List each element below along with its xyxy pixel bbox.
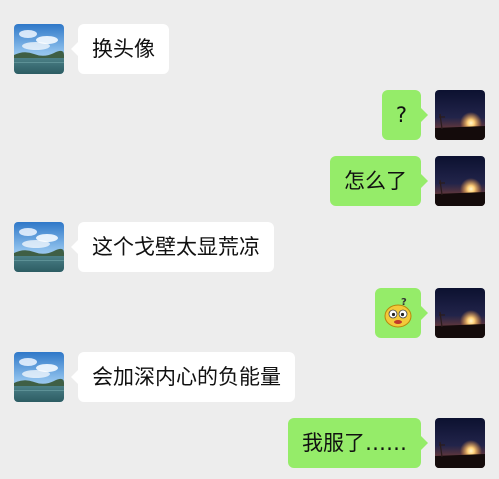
svg-text:?: ?: [401, 298, 407, 308]
sunset-night-sky-avatar[interactable]: [435, 418, 485, 468]
sunset-night-sky-avatar[interactable]: [435, 90, 485, 140]
seaside-landscape-avatar[interactable]: [14, 352, 64, 402]
chat-message-list: 换头像 ? 怎么了 这个戈壁太显荒凉 ? 会加深内心的负能量 我服了……: [0, 0, 499, 479]
message-bubble[interactable]: 会加深内心的负能量: [71, 352, 295, 402]
seaside-landscape-avatar[interactable]: [14, 24, 64, 74]
message-bubble[interactable]: ?: [381, 90, 429, 140]
message-bubble[interactable]: 这个戈壁太显荒凉: [71, 222, 274, 272]
sunset-night-sky-avatar[interactable]: [435, 288, 485, 338]
seaside-landscape-avatar[interactable]: [14, 222, 64, 272]
message-bubble[interactable]: 我服了……: [288, 418, 428, 468]
confused-face-emoji: ?: [384, 298, 412, 328]
message-bubble[interactable]: 换头像: [71, 24, 169, 74]
message-bubble[interactable]: ?: [375, 288, 428, 338]
message-bubble[interactable]: 怎么了: [330, 156, 428, 206]
sunset-night-sky-avatar[interactable]: [435, 156, 485, 206]
